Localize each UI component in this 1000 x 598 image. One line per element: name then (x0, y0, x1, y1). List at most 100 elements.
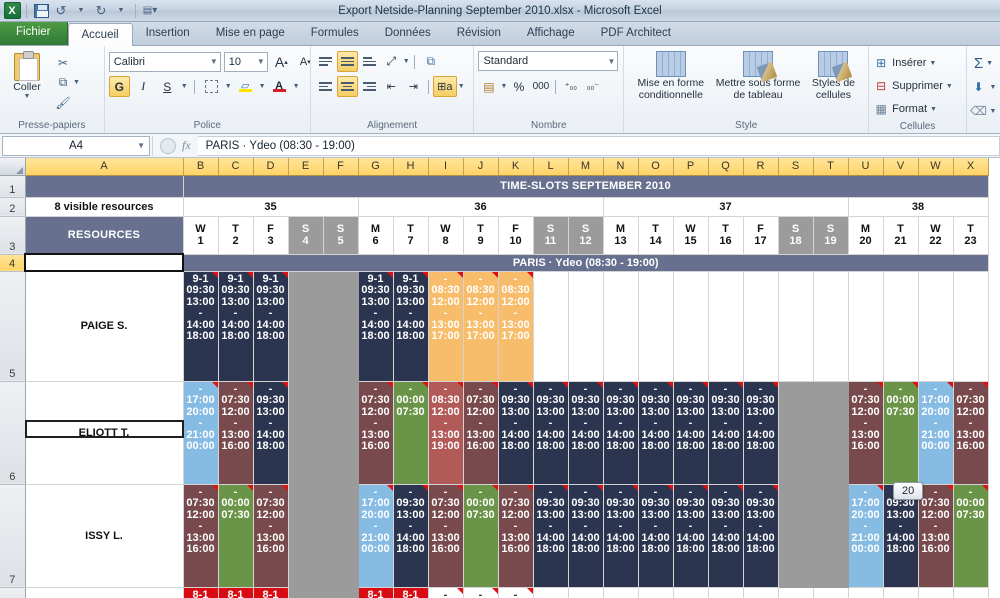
shift-cell[interactable] (952, 270, 989, 382)
align-middle-button[interactable] (336, 51, 358, 72)
shift-cell[interactable] (672, 586, 709, 598)
tab-fichier[interactable]: Fichier (0, 21, 68, 45)
currency-button[interactable]: ▤ (478, 76, 499, 97)
shift-cell[interactable]: -09:3013:00-14:0018:00 (567, 380, 604, 485)
shift-cell[interactable]: -09:3013:00-14:0018:00 (532, 380, 569, 485)
increase-indent-button[interactable]: ⇥ (403, 76, 424, 97)
column-header-S[interactable]: S (778, 158, 814, 176)
chevron-down-icon[interactable]: ▼ (986, 60, 993, 67)
row-header-4[interactable]: 4 (0, 254, 26, 272)
column-header-J[interactable]: J (463, 158, 499, 176)
delete-cells-button[interactable]: ⊟ Supprimer ▼ (873, 75, 953, 97)
tab-revision[interactable]: Révision (444, 22, 514, 45)
shift-cell[interactable] (777, 270, 814, 382)
insert-cells-button[interactable]: ⊞ Insérer ▼ (873, 52, 936, 74)
shift-cell[interactable] (287, 270, 324, 382)
column-header-K[interactable]: K (498, 158, 534, 176)
shift-cell[interactable]: -07:30 12:00-13:00 16:00 (427, 483, 464, 588)
shift-cell[interactable] (567, 586, 604, 598)
column-header-B[interactable]: B (183, 158, 219, 176)
shift-cell[interactable]: -08:30 12:00-13:00 17:00 (462, 270, 499, 382)
tab-accueil[interactable]: Accueil (67, 23, 133, 46)
day-header-3[interactable]: F3 (252, 215, 289, 255)
shift-cell[interactable] (952, 586, 989, 598)
day-header-12[interactable]: S 12 (567, 215, 604, 255)
row-header-6[interactable]: 6 (0, 381, 26, 485)
name-box[interactable]: A4 ▼ (2, 135, 150, 156)
shift-cell[interactable]: -09:3013:00-14:0018:00 (707, 380, 744, 485)
clear-button[interactable]: ⌫ ▼ (970, 100, 997, 122)
shift-cell[interactable] (672, 270, 709, 382)
shift-cell[interactable] (882, 586, 919, 598)
quick-access-toolbar[interactable]: X ↺ ▼ ↻ ▼ ▤▾ (0, 2, 159, 20)
shift-cell[interactable]: -00:00 07:30 (392, 380, 429, 485)
formula-input[interactable]: PARIS · Ydeo (08:30 - 19:00) (197, 135, 1000, 156)
day-header-15[interactable]: W 15 (672, 215, 709, 255)
chevron-down-icon[interactable]: ▼ (990, 108, 997, 115)
day-header-13[interactable]: M 13 (602, 215, 639, 255)
align-bottom-button[interactable] (359, 51, 380, 72)
shift-cell[interactable] (742, 586, 779, 598)
shift-cell[interactable] (812, 380, 849, 485)
resource-name[interactable]: ELIOTT T. (24, 380, 184, 485)
column-header-N[interactable]: N (603, 158, 639, 176)
select-all-corner[interactable] (0, 158, 26, 176)
day-header-6[interactable]: M6 (357, 215, 394, 255)
tab-donnees[interactable]: Données (372, 22, 444, 45)
chevron-down-icon[interactable]: ▼ (181, 83, 188, 90)
column-header-G[interactable]: G (358, 158, 394, 176)
column-header-D[interactable]: D (253, 158, 289, 176)
insert-function-icon[interactable]: fx (182, 138, 191, 153)
shift-cell[interactable]: - (462, 586, 499, 598)
shift-cell[interactable]: -07:30 12:00-13:00 16:00 (462, 380, 499, 485)
chevron-down-icon[interactable]: ▼ (259, 83, 266, 90)
redo-dropdown-icon[interactable]: ▼ (112, 2, 130, 20)
chevron-down-icon[interactable]: ▼ (137, 141, 145, 150)
shift-cell[interactable]: -00:00 07:30 (217, 483, 254, 588)
shift-cell[interactable]: 8-1 (357, 586, 394, 598)
thousands-button[interactable]: 000 (530, 76, 551, 97)
paste-button[interactable]: Coller ▼ (4, 51, 50, 100)
formula-bar-buttons[interactable]: fx (152, 135, 198, 156)
column-header-I[interactable]: I (428, 158, 464, 176)
shift-cell[interactable]: -09:3013:00-14:0018:00 (637, 380, 674, 485)
shift-cell[interactable] (322, 483, 359, 588)
format-painter-button[interactable]: 🖌 (53, 93, 82, 112)
shift-cell[interactable]: -07:30 12:00-13:00 16:00 (357, 380, 394, 485)
shift-cell[interactable]: - (497, 586, 534, 598)
borders-button[interactable] (201, 76, 222, 97)
fill-color-button[interactable]: ▱ (235, 76, 256, 97)
shift-cell[interactable]: -17:00 20:00-21:00 00:00 (847, 483, 884, 588)
shift-cell[interactable]: -09:3013:00-14:0018:00 (742, 380, 779, 485)
grow-font-button[interactable]: A ▴ (271, 51, 292, 72)
shift-cell[interactable] (812, 270, 849, 382)
day-header-23[interactable]: T 23 (952, 215, 989, 255)
shift-cell[interactable]: -09:3013:00-14:0018:00 (252, 380, 289, 485)
shift-cell[interactable] (567, 270, 604, 382)
day-header-1[interactable]: W1 (182, 215, 219, 255)
shift-cell[interactable]: 9-1 09:30 13:00-14:00 18:00 (252, 270, 289, 382)
undo-icon[interactable]: ↺ (52, 2, 70, 20)
shift-cell[interactable]: -09:3013:00-14:0018:00 (707, 483, 744, 588)
orientation-button[interactable]: ⤢ (381, 51, 402, 72)
shift-cell[interactable]: -09:3013:00-14:0018:00 (742, 483, 779, 588)
column-header-R[interactable]: R (743, 158, 779, 176)
shift-cell[interactable] (322, 270, 359, 382)
shift-cell[interactable] (287, 586, 324, 598)
row-header-2[interactable]: 2 (0, 197, 26, 217)
day-header-16[interactable]: T 16 (707, 215, 744, 255)
copy-button[interactable]: ⧉ ▼ (53, 73, 82, 92)
shift-cell[interactable] (532, 270, 569, 382)
shift-cell[interactable] (812, 483, 849, 588)
column-header-U[interactable]: U (848, 158, 884, 176)
shift-cell[interactable] (322, 586, 359, 598)
day-header-21[interactable]: T 21 (882, 215, 919, 255)
day-header-14[interactable]: T 14 (637, 215, 674, 255)
bold-button[interactable]: G (108, 76, 130, 97)
chevron-down-icon[interactable]: ▼ (293, 83, 300, 90)
shift-cell[interactable]: -09:3013:00-14:0018:00 (567, 483, 604, 588)
shift-cell[interactable]: -09:3013:00-14:0018:00 (497, 380, 534, 485)
row-header-next[interactable] (0, 587, 26, 598)
day-header-7[interactable]: T7 (392, 215, 429, 255)
chevron-down-icon[interactable]: ▼ (605, 57, 616, 66)
